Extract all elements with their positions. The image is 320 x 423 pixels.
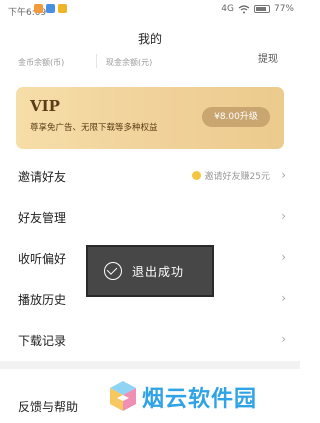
chevron-right-icon: › [281,332,286,346]
menu-item-label: 好友管理 [18,211,67,225]
menu-item-feedback-help[interactable]: 反馈与帮助 [18,398,78,415]
vip-upgrade-button[interactable]: ¥8.00升级 [202,107,270,127]
invite-reward-text: 邀请好友赚25元 [204,172,270,182]
notification-icon [34,4,43,13]
cash-balance-label: 现金余额(元) [106,58,153,67]
status-bar: 下午6:09 4G 77% [0,0,300,22]
chevron-right-icon: › [281,250,286,264]
menu-item-download-records[interactable]: 下载记录 › [0,319,300,360]
watermark: 烟云软件园 [108,377,298,423]
toast-message: 退出成功 [132,265,185,279]
notification-icon [58,4,67,13]
check-circle-icon [104,262,122,280]
menu-item-label: 收听偏好 [18,252,67,266]
coin-icon [191,171,201,180]
status-right: 4G 77% [221,4,294,14]
battery-icon [253,5,270,13]
invite-reward: 邀请好友赚25元 [191,169,270,182]
chevron-right-icon: › [281,291,286,305]
status-app-icons [34,4,67,13]
section-divider [0,361,300,369]
vip-card[interactable]: VIP 尊享免广告、无限下载等多种权益 ¥8.00升级 [16,87,284,149]
menu-item-friend-management[interactable]: 好友管理 › [0,196,300,237]
wallet-row: 金币余额(币) 现金余额(元) 提现 [0,48,300,72]
menu-item-label: 邀请好友 [18,170,67,184]
chevron-right-icon: › [281,209,286,223]
menu-item-label: 下载记录 [18,334,67,348]
watermark-text: 烟云软件园 [142,387,258,412]
chevron-right-icon: › [281,168,286,182]
wallet-divider [96,54,97,68]
gold-balance-label: 金币余额(币) [18,58,65,67]
menu-item-label: 播放历史 [18,293,67,307]
menu-item-invite-friends[interactable]: 邀请好友 邀请好友赚25元 › [0,155,300,196]
watermark-logo-icon [110,381,136,411]
wifi-icon [238,4,250,13]
vip-description: 尊享免广告、无限下载等多种权益 [30,123,158,133]
battery-level: 77% [273,4,294,14]
signal-label: 4G [221,4,234,14]
toast: 退出成功 [86,245,214,297]
notification-icon [46,4,55,13]
vip-title: VIP [30,97,60,115]
withdraw-button[interactable]: 提现 [258,50,278,65]
page-title: 我的 [137,32,162,46]
